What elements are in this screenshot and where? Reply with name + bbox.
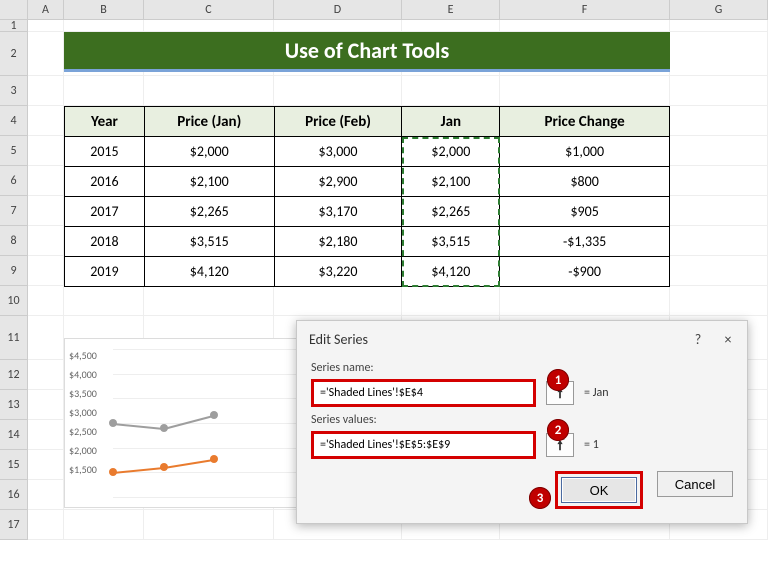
th-year: Year	[65, 107, 145, 137]
cell-feb[interactable]: $3,220	[274, 257, 402, 287]
row-14-header[interactable]: 14	[0, 420, 28, 450]
dialog-title: Edit Series	[309, 331, 683, 348]
series-name-input[interactable]	[314, 382, 533, 404]
series-values-field-outline	[311, 431, 536, 459]
y-tick: $4,500	[69, 349, 97, 362]
select-all-corner[interactable]	[0, 0, 28, 20]
cell-change[interactable]: -$900	[500, 257, 670, 287]
th-change: Price Change	[500, 107, 670, 137]
cell-change[interactable]: -$1,335	[500, 227, 670, 257]
ok-button[interactable]: OK	[561, 477, 637, 503]
cell-feb[interactable]: $3,170	[274, 197, 402, 227]
row-12-header[interactable]: 12	[0, 360, 28, 390]
cell-jan[interactable]: $4,120	[144, 257, 274, 287]
close-icon[interactable]: ×	[713, 331, 743, 348]
cell-jan[interactable]: $2,265	[144, 197, 274, 227]
y-tick: $3,000	[69, 406, 97, 419]
series-values-preview: = 1	[584, 438, 599, 452]
cell-feb[interactable]: $3,000	[274, 137, 402, 167]
y-tick: $3,500	[69, 387, 97, 400]
row-15-header[interactable]: 15	[0, 450, 28, 480]
th-feb: Price (Feb)	[274, 107, 402, 137]
ok-button-outline: OK	[555, 471, 643, 509]
cell-jan2[interactable]: $2,100	[402, 167, 500, 197]
th-jan: Price (Jan)	[144, 107, 274, 137]
row-9-header[interactable]: 9	[0, 256, 28, 286]
row-16-header[interactable]: 16	[0, 480, 28, 510]
series-name-field-outline	[311, 379, 536, 407]
edit-series-dialog: Edit Series ? × Series name: = Jan Serie…	[296, 320, 748, 524]
cell-change[interactable]: $800	[500, 167, 670, 197]
col-B[interactable]: B	[64, 0, 144, 20]
callout-3: 3	[529, 487, 551, 509]
col-E[interactable]: E	[402, 0, 500, 20]
col-G[interactable]: G	[670, 0, 768, 20]
table-header-row: Year Price (Jan) Price (Feb) Jan Price C…	[65, 107, 670, 137]
cell-feb[interactable]: $2,900	[274, 167, 402, 197]
cell-jan2[interactable]: $2,265	[402, 197, 500, 227]
y-tick: $2,500	[69, 425, 97, 438]
row-13-header[interactable]: 13	[0, 390, 28, 420]
chart-y-axis: $4,500 $4,000 $3,500 $3,000 $2,500 $2,00…	[69, 349, 97, 476]
y-tick: $4,000	[69, 368, 97, 381]
column-headers: A B C D E F G	[0, 0, 768, 20]
cell-year[interactable]: 2017	[65, 197, 145, 227]
callout-2: 2	[547, 419, 569, 441]
callout-1: 1	[547, 369, 569, 391]
col-C[interactable]: C	[144, 0, 274, 20]
series-values-input[interactable]	[314, 434, 533, 456]
table-row[interactable]: 2017 $2,265 $3,170 $2,265 $905	[65, 197, 670, 227]
chart-plot-area	[113, 349, 315, 497]
cell-year[interactable]: 2019	[65, 257, 145, 287]
table-row[interactable]: 2019 $4,120 $3,220 $4,120 -$900	[65, 257, 670, 287]
row-17-header[interactable]: 17	[0, 510, 28, 540]
cell-feb[interactable]: $2,180	[274, 227, 402, 257]
cell-year[interactable]: 2018	[65, 227, 145, 257]
row-10-header[interactable]: 10	[0, 286, 28, 316]
row-6-header[interactable]: 6	[0, 166, 28, 196]
help-icon[interactable]: ?	[683, 331, 713, 348]
row-3-header[interactable]: 3	[0, 76, 28, 106]
col-F[interactable]: F	[500, 0, 670, 20]
price-table: Year Price (Jan) Price (Feb) Jan Price C…	[64, 106, 670, 287]
row-5-header[interactable]: 5	[0, 136, 28, 166]
table-row[interactable]: 2015 $2,000 $3,000 $2,000 $1,000	[65, 137, 670, 167]
cell-jan[interactable]: $3,515	[144, 227, 274, 257]
cell-change[interactable]: $905	[500, 197, 670, 227]
cell-jan[interactable]: $2,000	[144, 137, 274, 167]
table-row[interactable]: 2016 $2,100 $2,900 $2,100 $800	[65, 167, 670, 197]
series-name-label: Series name:	[311, 361, 733, 375]
col-D[interactable]: D	[274, 0, 402, 20]
th-jan2: Jan	[402, 107, 500, 137]
row-4-header[interactable]: 4	[0, 106, 28, 136]
cell-jan2[interactable]: $3,515	[402, 227, 500, 257]
cancel-button[interactable]: Cancel	[657, 471, 733, 497]
row-11-header[interactable]: 11	[0, 316, 28, 360]
dialog-titlebar[interactable]: Edit Series ? ×	[297, 321, 747, 351]
page-title-banner: Use of Chart Tools	[64, 32, 670, 72]
table-row[interactable]: 2018 $3,515 $2,180 $3,515 -$1,335	[65, 227, 670, 257]
col-A[interactable]: A	[28, 0, 64, 20]
row-1-header[interactable]: 1	[0, 20, 28, 32]
cell-jan[interactable]: $2,100	[144, 167, 274, 197]
cell-year[interactable]: 2016	[65, 167, 145, 197]
y-tick: $2,000	[69, 444, 97, 457]
cell-year[interactable]: 2015	[65, 137, 145, 167]
series-values-label: Series values:	[311, 413, 733, 427]
row-2-header[interactable]: 2	[0, 32, 28, 76]
cell-jan2[interactable]: $2,000	[402, 137, 500, 167]
series-name-preview: = Jan	[584, 386, 609, 400]
row-7-header[interactable]: 7	[0, 196, 28, 226]
page-title: Use of Chart Tools	[285, 37, 450, 64]
row-8-header[interactable]: 8	[0, 226, 28, 256]
y-tick: $1,500	[69, 463, 97, 476]
embedded-chart[interactable]: $4,500 $4,000 $3,500 $3,000 $2,500 $2,00…	[64, 338, 324, 508]
cell-change[interactable]: $1,000	[500, 137, 670, 167]
cell-jan2[interactable]: $4,120	[402, 257, 500, 287]
